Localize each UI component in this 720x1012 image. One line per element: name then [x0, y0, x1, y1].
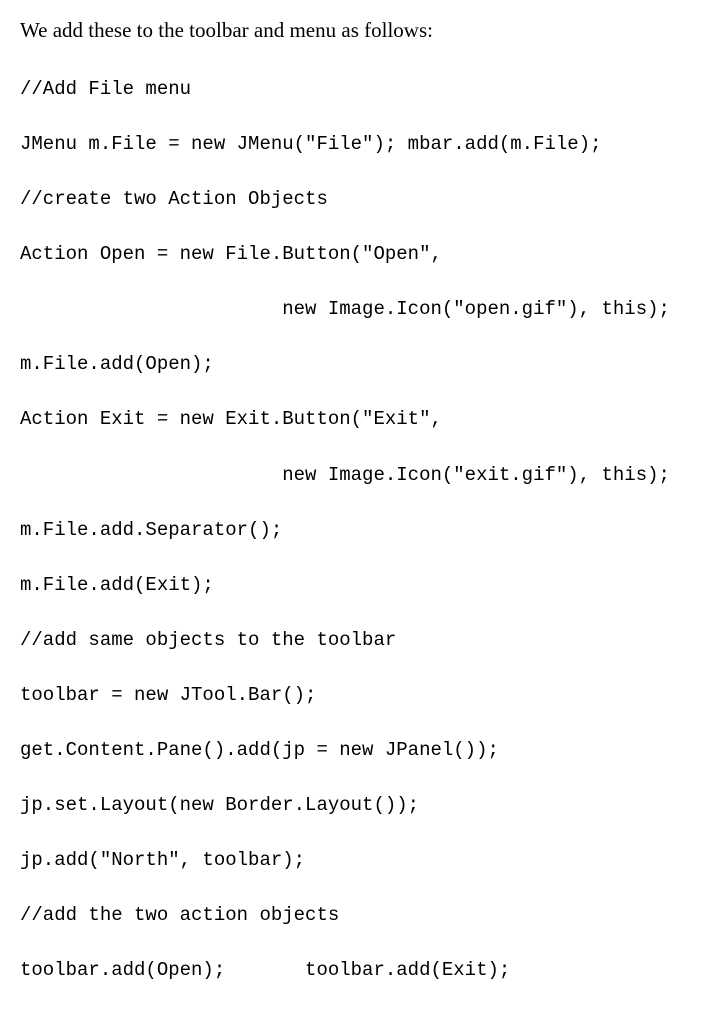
code-line: toolbar = new JTool.Bar(); — [20, 682, 700, 710]
code-line: JMenu m.File = new JMenu("File"); mbar.a… — [20, 131, 700, 159]
code-line: new Image.Icon("exit.gif"), this); — [20, 462, 700, 490]
code-block: //Add File menu JMenu m.File = new JMenu… — [20, 48, 700, 1012]
code-line: toolbar.add(Open); toolbar.add(Exit); — [20, 957, 700, 985]
code-line: //create two Action Objects — [20, 186, 700, 214]
code-line: //Add File menu — [20, 76, 700, 104]
code-line: m.File.add(Open); — [20, 351, 700, 379]
code-line: //add the two action objects — [20, 902, 700, 930]
code-line: //add same objects to the toolbar — [20, 627, 700, 655]
code-line: Action Exit = new Exit.Button("Exit", — [20, 406, 700, 434]
code-line: get.Content.Pane().add(jp = new JPanel()… — [20, 737, 700, 765]
intro-text: We add these to the toolbar and menu as … — [20, 16, 700, 44]
code-line: m.File.add.Separator(); — [20, 517, 700, 545]
code-line: Action Open = new File.Button("Open", — [20, 241, 700, 269]
code-line: jp.add("North", toolbar); — [20, 847, 700, 875]
code-line: m.File.add(Exit); — [20, 572, 700, 600]
code-line: jp.set.Layout(new Border.Layout()); — [20, 792, 700, 820]
code-line: new Image.Icon("open.gif"), this); — [20, 296, 700, 324]
